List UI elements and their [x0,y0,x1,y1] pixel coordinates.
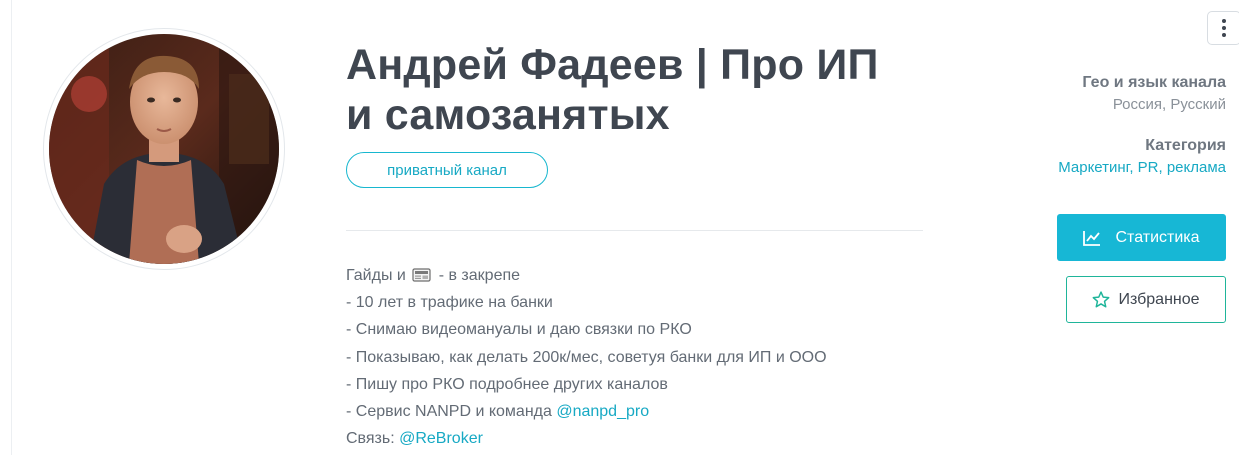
favorite-button-label: Избранное [1118,290,1200,308]
description-line: Гайды и - в закрепе [346,262,946,289]
description-line: - Показываю, как делать 200к/мес, совету… [346,348,827,366]
category-link[interactable]: Маркетинг, PR, реклама [1058,157,1226,179]
nanpd-pro-link[interactable]: @nanpd_pro [556,403,649,420]
channel-title: Андрей Фадеев | Про ИП и самозанятых [346,40,946,140]
statistics-button-label: Статистика [1115,228,1200,246]
channel-description: Гайды и - в закрепе - 10 лет в трафике н… [346,262,946,452]
geo-language-value: Россия, Русский [1112,96,1226,113]
newspaper-icon [412,268,431,282]
chart-line-icon [1083,230,1101,246]
description-text: Связь: [346,430,400,448]
description-line: - Снимаю видеомануалы и даю связки по РК… [346,321,692,339]
category-label: Категория [1145,137,1226,154]
favorite-button[interactable]: Избранное [1066,276,1226,323]
description-line: - 10 лет в трафике на банки [346,294,553,312]
avatar [43,28,285,270]
description-text: Гайды и [346,267,411,284]
more-menu-button[interactable] [1207,11,1239,45]
left-border [11,0,12,455]
more-vertical-icon [1222,19,1226,23]
statistics-button[interactable]: Статистика [1057,214,1226,261]
description-text: - Сервис NANPD и команда [346,403,557,421]
channel-title-line-2: и самозанятых [346,91,670,139]
geo-language-section: Гео и язык канала Россия, Русский [1082,72,1226,116]
description-line: - Сервис NANPD и команда @nanpd_pro [346,398,946,425]
geo-language-label: Гео и язык канала [1082,74,1226,91]
avatar-photo [49,34,279,264]
description-text: - в закрепе [434,267,521,284]
star-icon [1093,291,1110,308]
description-line: Связь: @ReBroker [346,425,946,452]
description-line: - Пишу про РКО подробнее других каналов [346,375,668,393]
channel-title-line-1: Андрей Фадеев | Про ИП [346,41,879,89]
divider [346,230,923,231]
rebroker-link[interactable]: @ReBroker [399,430,483,447]
category-section: Категория Маркетинг, PR, реклама [1058,135,1226,179]
private-channel-badge[interactable]: приватный канал [346,152,548,188]
